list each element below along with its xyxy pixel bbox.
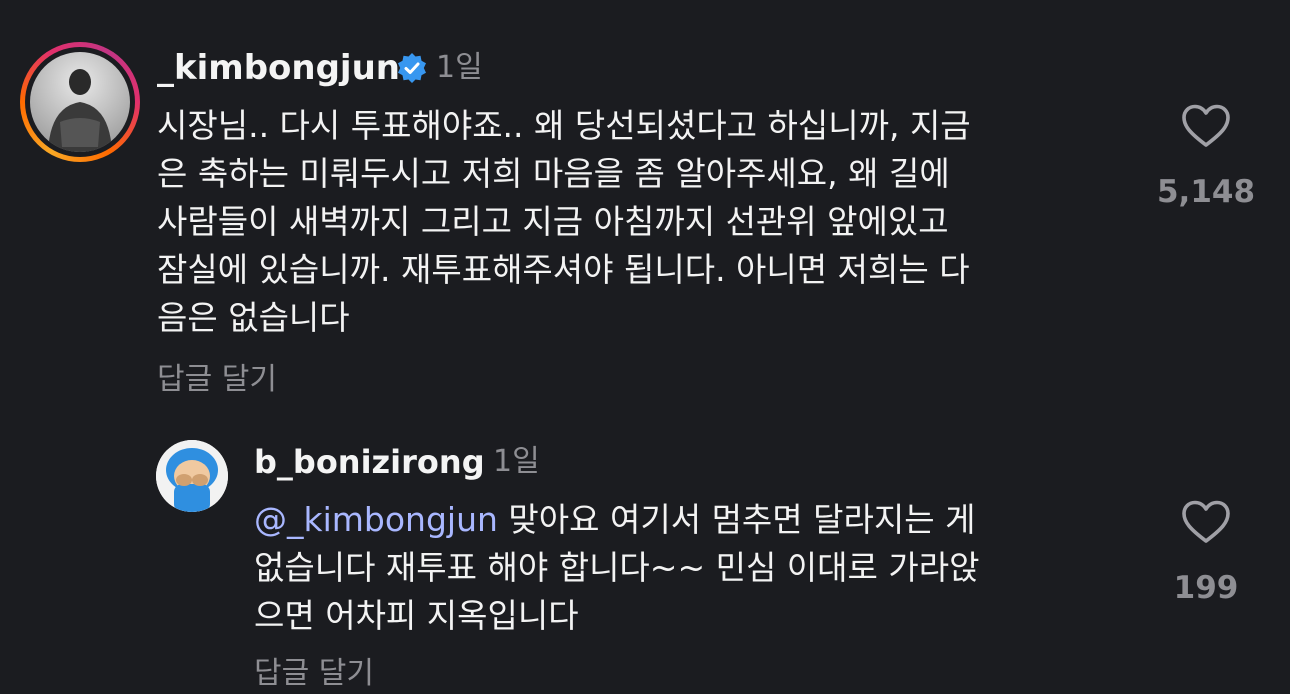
- comment-item: _kimbongjun 1일 시장님.. 다시 투표해야죠.. 왜 당선되셨다고…: [0, 0, 1290, 420]
- comment-text-fragment: 맞아요 여기서 멈추면 달라지는 게: [497, 500, 976, 539]
- comment-text-line: @_kimbongjun 맞아요 여기서 멈추면 달라지는 게: [254, 496, 979, 544]
- heart-outline-icon[interactable]: [1180, 102, 1232, 150]
- avatar-story-ring[interactable]: [20, 42, 140, 162]
- avatar-photo-icon: [48, 69, 112, 152]
- reply-button[interactable]: 답글 달기: [254, 654, 374, 694]
- comment-text-line: 시장님.. 다시 투표해야죠.. 왜 당선되셨다고 하십니까, 지금: [157, 106, 971, 145]
- comment-text-line: 사람들이 새벽까지 그리고 지금 아침까지 선관위 앞에있고: [157, 202, 949, 241]
- comment-text-line: 잠실에 있습니까. 재투표해주셔야 됩니다. 아니면 저희는 다: [157, 250, 970, 289]
- like-count: 199: [1173, 570, 1239, 606]
- mention-link[interactable]: @_kimbongjun: [254, 500, 498, 539]
- comment-text-line: 은 축하는 미뤄두시고 저희 마음을 좀 알아주세요, 왜 길에: [157, 154, 950, 193]
- avatar[interactable]: [30, 52, 130, 152]
- comment-time: 1일: [436, 50, 483, 85]
- avatar-character-icon: [156, 440, 228, 512]
- avatar[interactable]: [156, 440, 228, 512]
- heart-outline-icon[interactable]: [1180, 498, 1232, 546]
- verified-badge-icon: [398, 53, 426, 83]
- comment-text-line: 음은 없습니다: [157, 298, 350, 337]
- comment-text-line: 없습니다 재투표 해야 합니다~~ 민심 이대로 가라앉: [254, 548, 980, 587]
- comment-username[interactable]: b_bonizirong: [254, 442, 485, 482]
- comment-text: @_kimbongjun 맞아요 여기서 멈추면 달라지는 게 없습니다 재투표…: [254, 496, 979, 640]
- like-count: 5,148: [1156, 174, 1256, 210]
- reply-comment-item: b_bonizirong 1일 @_kimbongjun 맞아요 여기서 멈추면…: [0, 420, 1290, 691]
- comment-time: 1일: [493, 444, 540, 479]
- reply-button[interactable]: 답글 달기: [157, 360, 277, 400]
- comment-text: 시장님.. 다시 투표해야죠.. 왜 당선되셨다고 하십니까, 지금 은 축하는…: [157, 102, 971, 342]
- comment-text-line: 으면 어차피 지옥입니다: [254, 596, 579, 635]
- comment-username[interactable]: _kimbongjun: [157, 48, 400, 88]
